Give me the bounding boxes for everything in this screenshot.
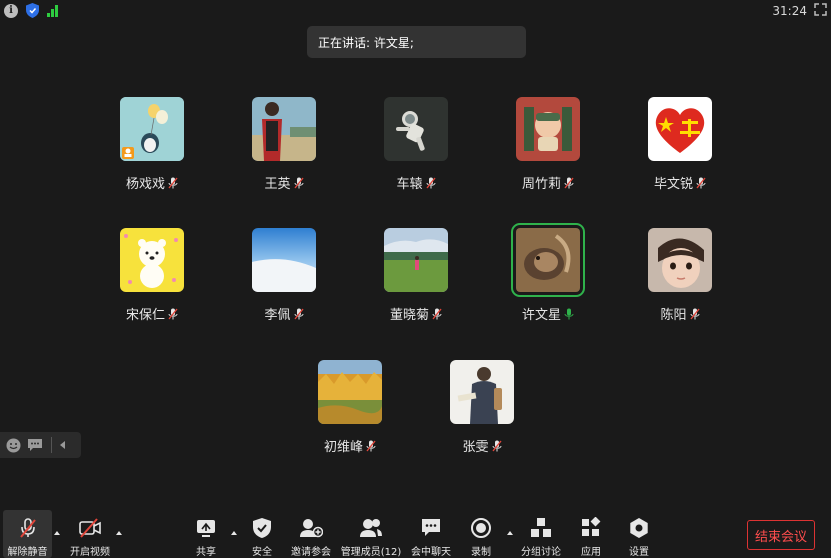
start-video-label: 开启视频 [70, 547, 110, 558]
record-icon [471, 518, 491, 538]
chat-bubble-icon[interactable] [27, 438, 43, 452]
mic-muted-icon [564, 177, 574, 188]
participant-name: 陈阳 [660, 308, 687, 323]
avatar [511, 223, 585, 297]
mic-muted-icon [293, 177, 304, 188]
avatar [318, 360, 382, 424]
participant-tile[interactable]: 周竹莉 [488, 97, 608, 192]
mic-off-icon [19, 518, 36, 538]
participant-tile[interactable]: 毕文锐 [620, 97, 740, 192]
status-icons: i [4, 3, 61, 18]
chevron-up-icon[interactable] [115, 529, 123, 537]
avatar [648, 97, 712, 161]
avatar [252, 228, 316, 292]
info-icon[interactable]: i [4, 3, 18, 18]
manage-members-label: 管理成员(12) [340, 547, 402, 558]
participant-tile[interactable]: 杨戏戏 [92, 97, 212, 192]
divider [51, 437, 52, 453]
share-screen-icon [197, 520, 215, 537]
collapse-left-icon[interactable] [58, 440, 68, 450]
add-user-icon [300, 519, 323, 538]
start-video-button[interactable]: 开启视频 [60, 510, 120, 558]
mic-muted-icon [696, 177, 706, 188]
mic-muted-icon [425, 177, 436, 188]
participant-tile-active-speaker[interactable]: 许文星 [488, 223, 608, 323]
participant-tile[interactable]: 陈阳 [620, 228, 740, 323]
mic-muted-icon [168, 308, 178, 319]
mic-muted-icon [689, 308, 700, 319]
participant-tile[interactable]: 车辕 [356, 97, 476, 192]
mic-muted-icon [491, 440, 502, 451]
participant-tile[interactable]: 张雯 [422, 360, 542, 455]
participant-tile[interactable]: 王英 [224, 97, 344, 192]
avatar [384, 97, 448, 161]
mic-muted-icon [168, 177, 178, 188]
meeting-timer: 31:24 [772, 4, 807, 18]
avatar [516, 97, 580, 161]
share-button[interactable]: 共享 [176, 510, 236, 558]
invite-button[interactable]: 邀请参会 [281, 510, 341, 558]
video-off-icon [79, 518, 101, 538]
participant-tile[interactable]: 董晓菊 [356, 228, 476, 323]
emoji-icon[interactable] [6, 438, 21, 453]
shield-icon[interactable] [26, 3, 39, 18]
unmute-label: 解除静音 [7, 547, 48, 558]
breakout-rooms-icon [531, 518, 551, 537]
avatar [120, 97, 184, 161]
participant-name: 毕文锐 [653, 177, 693, 192]
record-button[interactable]: 录制 [451, 510, 511, 558]
participant-name: 宋保仁 [125, 308, 165, 323]
mic-muted-icon [366, 440, 376, 451]
shield-check-icon [253, 518, 271, 538]
chat-icon [422, 519, 440, 536]
avatar [252, 97, 316, 161]
participant-name: 初维峰 [323, 440, 363, 455]
mic-speaking-icon [564, 308, 574, 319]
participant-name: 董晓菊 [389, 308, 429, 323]
mic-muted-icon [432, 308, 442, 319]
participant-name: 许文星 [521, 308, 561, 323]
members-icon [360, 519, 382, 537]
participant-name: 张雯 [462, 440, 489, 455]
record-label: 录制 [471, 547, 491, 558]
participant-name: 杨戏戏 [125, 177, 165, 192]
gear-icon [630, 518, 648, 538]
participant-name: 车辕 [396, 177, 423, 192]
reaction-tools [0, 432, 81, 458]
avatar [120, 228, 184, 292]
speaking-text: 正在讲话: 许文星; [318, 35, 414, 50]
avatar [384, 228, 448, 292]
participant-tile[interactable]: 宋保仁 [92, 228, 212, 323]
apps-icon [582, 517, 601, 536]
avatar [450, 360, 514, 424]
participant-name: 周竹莉 [521, 177, 561, 192]
participant-tile[interactable]: 初维峰 [290, 360, 410, 455]
settings-button[interactable]: 设置 [609, 510, 669, 558]
speaking-indicator: 正在讲话: 许文星; [307, 26, 526, 58]
meeting-toolbar: 解除静音 开启视频 共享 安全 邀请参会 管理成员(12) 会中聊天 录制 分组… [0, 510, 831, 558]
participant-tile[interactable]: 李佩 [224, 228, 344, 323]
invite-label: 邀请参会 [291, 547, 331, 558]
fullscreen-icon[interactable] [814, 3, 827, 16]
avatar [648, 228, 712, 292]
share-label: 共享 [196, 547, 216, 558]
end-meeting-button[interactable]: 结束会议 [747, 520, 815, 550]
signal-icon[interactable] [47, 4, 61, 17]
manage-members-button[interactable]: 管理成员(12) [340, 510, 402, 558]
settings-label: 设置 [629, 547, 649, 558]
unmute-button[interactable]: 解除静音 [3, 510, 52, 558]
participant-name: 王英 [264, 177, 291, 192]
mic-muted-icon [293, 308, 304, 319]
participant-name: 李佩 [264, 308, 291, 323]
